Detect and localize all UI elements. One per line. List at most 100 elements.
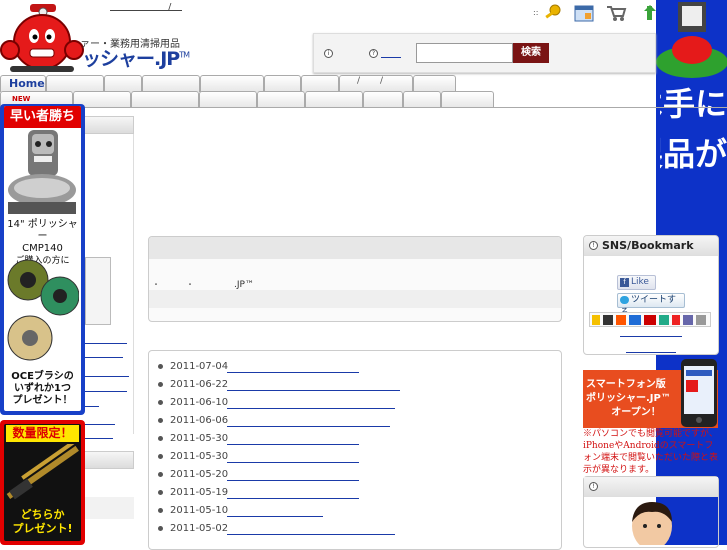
- left-box2-header: [84, 451, 134, 469]
- news-link[interactable]: [227, 480, 359, 481]
- smartphone-banner-text: スマートフォン版 ポリッシャー.JP™ オープン！: [586, 378, 686, 420]
- bullet-icon: [158, 363, 163, 369]
- left-link-1[interactable]: [85, 343, 127, 344]
- key-icon[interactable]: [541, 3, 563, 23]
- tab-8-slashes: / /: [357, 76, 384, 86]
- tab-14[interactable]: [257, 91, 305, 108]
- tab-18[interactable]: [441, 91, 494, 108]
- tab-15[interactable]: [305, 91, 363, 108]
- tweet-button[interactable]: ツイートする: [617, 293, 685, 318]
- main-body-text: .JP™: [234, 280, 254, 290]
- tab-16[interactable]: [363, 91, 403, 108]
- promo-product-line1: 14" ポリッシャー: [7, 219, 78, 242]
- site-title-tm: TM: [179, 50, 190, 60]
- promo-banner2-line2: プレゼント!: [12, 522, 73, 535]
- left-thumbnail[interactable]: [85, 257, 111, 325]
- promo-brush-line2: いずれか1つ: [14, 383, 71, 394]
- news-link[interactable]: [227, 444, 359, 445]
- search-input[interactable]: [416, 43, 513, 63]
- main-info-band: [149, 290, 561, 308]
- help-link[interactable]: [381, 57, 401, 58]
- main-bullet-1: ・: [152, 280, 160, 289]
- bookmark-icons[interactable]: [592, 314, 708, 326]
- smartphone-line2: ポリッシャー.JP™: [586, 393, 671, 404]
- promo-banner2-line1: どちらか: [20, 508, 65, 521]
- tab-3[interactable]: [104, 75, 142, 92]
- bullet-icon: [158, 453, 163, 459]
- tab-home[interactable]: Home: [0, 75, 46, 92]
- news-link[interactable]: [227, 516, 323, 517]
- left-box-header: [84, 116, 134, 134]
- calendar-icon[interactable]: [573, 3, 595, 23]
- help-icon[interactable]: ?: [369, 49, 378, 58]
- nav-bottom-border: [0, 107, 727, 108]
- polisher-machine-image: [8, 130, 76, 214]
- news-date: 2011-06-06: [170, 415, 229, 426]
- news-date: 2011-05-02: [170, 523, 229, 534]
- info-icon: !: [589, 241, 598, 250]
- news-link[interactable]: [227, 498, 359, 499]
- news-item: 2011-05-30: [158, 451, 228, 465]
- tab-9[interactable]: [413, 75, 456, 92]
- sns-title: SNS/Bookmark: [602, 239, 694, 252]
- news-date: 2011-05-30: [170, 433, 229, 444]
- left-link-7[interactable]: [85, 438, 113, 439]
- site-title-text: ッシャー.JP: [82, 48, 180, 70]
- tab-17[interactable]: [403, 91, 441, 108]
- sns-link-2[interactable]: [626, 352, 676, 353]
- promo-brush-text: OCEブラシの いずれか1つ プレゼント！: [4, 371, 81, 407]
- promo-banner2-text: どちらか プレゼント!: [6, 508, 79, 536]
- news-date: 2011-05-10: [170, 505, 229, 516]
- news-item: 2011-05-19: [158, 487, 228, 501]
- left-link-6[interactable]: [85, 424, 115, 425]
- mascot-logo[interactable]: [0, 2, 84, 74]
- news-item: 2011-06-22: [158, 379, 228, 393]
- bullet-icon: [158, 381, 163, 387]
- sns-link-1[interactable]: [620, 336, 682, 337]
- bullet-icon: [158, 417, 163, 423]
- info-icon: !: [589, 482, 598, 491]
- tool-wand-image: [6, 444, 79, 500]
- tab-4[interactable]: [142, 75, 200, 92]
- left-link-5[interactable]: [85, 406, 99, 407]
- promo-banner2-headline: 数量限定！: [6, 425, 79, 442]
- tab-13[interactable]: [199, 91, 257, 108]
- tab-12[interactable]: [131, 91, 199, 108]
- main-info-header: [149, 237, 561, 259]
- tab-6[interactable]: [264, 75, 301, 92]
- smartphone-image: [681, 359, 717, 427]
- bullet-icon: [158, 435, 163, 441]
- like-label: Like: [631, 277, 649, 287]
- left-link-3[interactable]: [85, 376, 129, 377]
- promo-product-line2: CMP140: [22, 243, 63, 254]
- right-banner-mascot: [656, 2, 727, 78]
- smartphone-line3: オープン！: [611, 407, 661, 418]
- news-link[interactable]: [227, 426, 390, 427]
- tab-2[interactable]: [46, 75, 104, 92]
- smartphone-line1: スマートフォン版: [586, 379, 666, 390]
- news-date: 2011-05-20: [170, 469, 229, 480]
- tab-8[interactable]: / /: [339, 75, 413, 92]
- news-item: 2011-05-20: [158, 469, 228, 483]
- tab-7[interactable]: [301, 75, 339, 92]
- facebook-like-button[interactable]: f Like: [617, 275, 656, 290]
- news-link[interactable]: [227, 462, 359, 463]
- left-link-2[interactable]: [85, 357, 123, 358]
- cart-icon[interactable]: [605, 3, 627, 23]
- bullet-icon: [158, 489, 163, 495]
- tab-5[interactable]: [200, 75, 264, 92]
- bullet-icon: [158, 525, 163, 531]
- twitter-bird-icon: [620, 295, 629, 304]
- right-profile-header: [584, 477, 718, 497]
- news-link[interactable]: [227, 372, 359, 373]
- search-button[interactable]: 検索: [513, 43, 549, 63]
- news-link[interactable]: [227, 534, 395, 535]
- news-item: 2011-06-10: [158, 397, 228, 411]
- news-link[interactable]: [227, 390, 400, 391]
- left-link-4[interactable]: [85, 391, 127, 392]
- smartphone-note: ※パソコンでも閲覧可能ですが、iPhoneやAndroidのスマートフォン端末で…: [583, 429, 719, 475]
- promo-banner-headline: 早い者勝ち: [4, 106, 81, 128]
- news-link[interactable]: [227, 408, 395, 409]
- site-title[interactable]: ッシャー.JPTM: [82, 44, 190, 71]
- promo-brush-line3: プレゼント！: [12, 395, 73, 406]
